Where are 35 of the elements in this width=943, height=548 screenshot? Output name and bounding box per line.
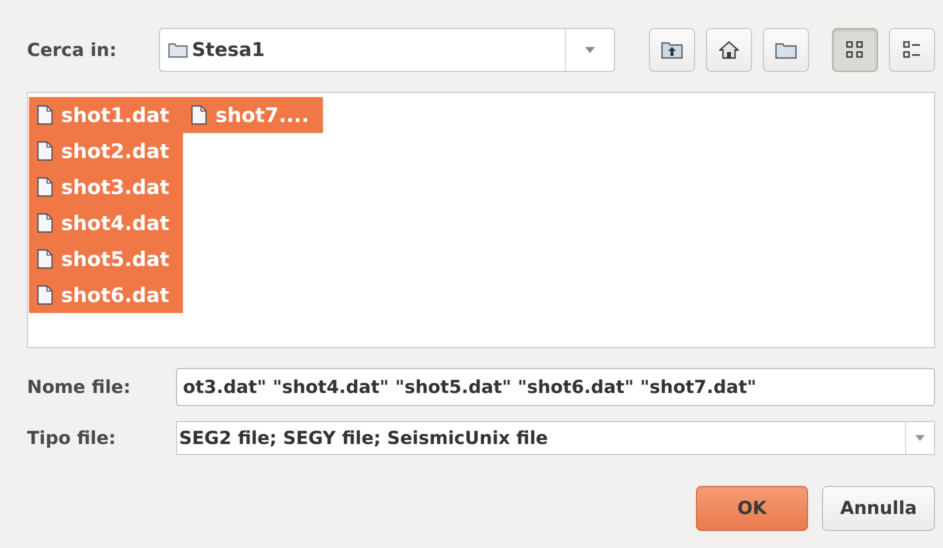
folder-button[interactable] [763,28,809,72]
cancel-button[interactable]: Annulla [822,486,935,531]
file-type-label: Tipo file: [27,428,117,448]
list-view-icon [902,40,922,60]
file-icon [37,177,53,197]
file-icon [37,105,53,125]
folder-up-button[interactable] [649,28,695,72]
file-item[interactable]: shot2.dat [29,133,184,169]
home-icon [719,40,739,60]
grid-view-icon [845,40,865,60]
folder-icon [775,41,797,59]
file-name-label: Nome file: [27,376,132,398]
file-item[interactable]: shot5.dat [29,241,184,277]
file-item[interactable]: shot1.dat [29,97,184,133]
caret-icon [915,434,925,442]
file-icon [191,105,208,125]
file-icon [37,285,53,305]
home-button[interactable] [706,28,752,72]
file-item[interactable]: shot7.... [183,97,324,133]
file-item[interactable]: shot6.dat [29,277,184,313]
list-view-button[interactable] [889,28,935,72]
folder-icon [168,42,188,58]
caret-icon [584,46,596,54]
grid-view-button[interactable] [832,28,878,72]
file-icon [37,141,53,161]
file-icon [37,249,53,269]
look-in-label: Cerca in: [27,40,118,60]
file-name-field[interactable]: ot3.dat" "shot4.dat" "shot5.dat" "shot6.dat" "shot7.dat" [176,368,935,406]
look-in-dropdown[interactable]: Stesa1 [158,28,615,72]
file-icon [37,213,53,233]
file-type-dropdown[interactable]: SEG2 file; SEGY file; SeismicUnix file [176,421,935,455]
folder-up-icon [661,40,683,60]
file-item[interactable]: shot3.dat [29,169,184,205]
file-item[interactable]: shot4.dat [29,205,184,241]
ok-button[interactable]: OK [696,486,808,531]
